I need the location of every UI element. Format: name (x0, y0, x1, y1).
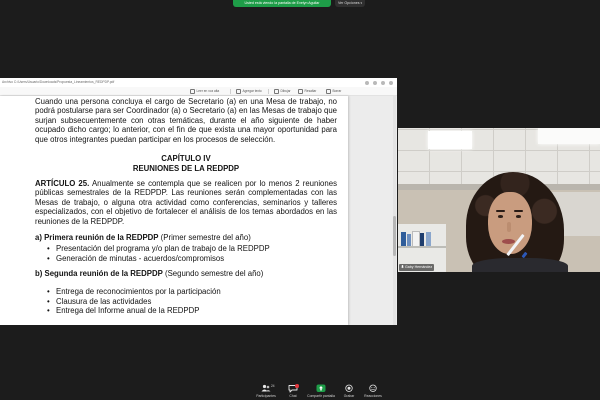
list-item: Entrega del Informe anual de la REDPDP (47, 306, 337, 316)
draw-button[interactable]: Dibujar (274, 87, 291, 95)
profile-icon[interactable] (381, 80, 385, 85)
reactions-button[interactable]: Reacciones (361, 384, 385, 400)
favorite-icon[interactable] (365, 80, 369, 85)
shared-screen[interactable]: Archivo C:/Users/Usuario/Downloads/Propu… (0, 78, 397, 325)
book (407, 234, 411, 246)
book (426, 232, 431, 246)
viewing-screen-banner: Usted está viendo la pantalla de Evelyn … (233, 0, 331, 7)
pdf-viewer[interactable]: Cuando una persona concluya el cargo de … (0, 96, 397, 325)
read-aloud-icon (190, 88, 195, 94)
highlight-label: Resaltar (304, 89, 317, 93)
section-note: (Segundo semestre del año) (164, 269, 264, 279)
nose (507, 222, 511, 232)
mic-icon (401, 265, 404, 269)
eye (498, 215, 503, 218)
highlight-icon (298, 88, 303, 94)
section-heading: a) Primera reunión de la REDPDP (Primer … (35, 233, 337, 243)
scrollbar[interactable] (393, 96, 396, 325)
read-aloud-label: Leer en voz alta (196, 89, 220, 93)
browser-action-icons (365, 80, 393, 85)
record-icon (345, 384, 353, 392)
chapter-subtitle: REUNIONES DE LA REDPDP (132, 164, 240, 174)
erase-label: Borrar (332, 89, 342, 93)
participant-name: Gaby Hernández (405, 265, 433, 269)
bullet-list: Entrega de reconocimientos por la partic… (35, 287, 337, 316)
section-note: (Primer semestre del año) (160, 232, 251, 242)
scrollbar-thumb[interactable] (393, 216, 396, 256)
reactions-label: Reacciones (364, 394, 382, 398)
article-label: ARTÍCULO 25. (35, 178, 90, 188)
view-options-button[interactable]: Ver Opciones▾ (335, 0, 365, 7)
share-screen-icon (316, 384, 326, 392)
erase-icon (326, 88, 331, 94)
draw-icon (274, 88, 279, 94)
shelf-board (398, 246, 446, 248)
toolbar-divider (268, 88, 269, 94)
eyebrow (496, 210, 505, 212)
section-title: b) Segunda reunión de la REDPDP (35, 269, 163, 279)
read-aloud-button[interactable]: Leer en voz alta (190, 87, 219, 95)
extensions-icon[interactable] (373, 80, 377, 85)
eyebrow (514, 210, 523, 212)
chevron-down-icon: ▾ (360, 1, 363, 5)
person-shoulders (472, 258, 568, 272)
ceiling-light (428, 131, 472, 149)
book (401, 232, 406, 246)
toolbar-divider (230, 88, 231, 94)
pdf-toolbar: Leer en voz alta Agregar texto Dibujar R… (0, 87, 397, 96)
book (420, 233, 424, 246)
participant-video-tile[interactable]: Gaby Hernández (398, 128, 600, 272)
list-item: Clausura de las actividades (47, 297, 337, 307)
chat-notification-badge (295, 384, 299, 388)
add-text-button[interactable]: Agregar texto (236, 87, 262, 95)
more-icon[interactable] (389, 80, 393, 85)
view-options-label: Ver Opciones (337, 1, 360, 5)
highlight-button[interactable]: Resaltar (298, 87, 316, 95)
list-item: Generación de minutas - acuerdos/comprom… (47, 254, 337, 264)
article-paragraph: ARTÍCULO 25. Anualmente se contempla que… (35, 179, 337, 227)
list-item: Entrega de reconocimientos por la partic… (47, 287, 337, 297)
participants-icon (261, 384, 271, 392)
bullet-list: Presentación del programa y/o plan de tr… (35, 244, 337, 263)
section-title: a) Primera reunión de la REDPDP (35, 232, 159, 242)
paragraph: Cuando una persona concluya el cargo de … (35, 96, 337, 144)
erase-button[interactable]: Borrar (326, 87, 341, 95)
ceiling-light (538, 128, 600, 144)
reactions-icon (369, 384, 377, 392)
participant-name-tag: Gaby Hernández (399, 264, 435, 271)
lips (502, 239, 515, 244)
add-text-icon (236, 88, 241, 94)
list-item: Presentación del programa y/o plan de tr… (47, 244, 337, 254)
pdf-page: Cuando una persona concluya el cargo de … (0, 96, 348, 325)
address-url[interactable]: Archivo C:/Users/Usuario/Downloads/Propu… (2, 78, 192, 87)
document-text: Cuando una persona concluya el cargo de … (35, 97, 337, 316)
participants-count: 24 (271, 384, 275, 388)
section-heading: b) Segunda reunión de la REDPDP (Segundo… (35, 269, 337, 279)
chapter-title: CAPÍTULO IV (161, 154, 211, 164)
draw-label: Dibujar (280, 89, 291, 93)
eye (516, 215, 521, 218)
add-text-label: Agregar texto (242, 89, 262, 93)
